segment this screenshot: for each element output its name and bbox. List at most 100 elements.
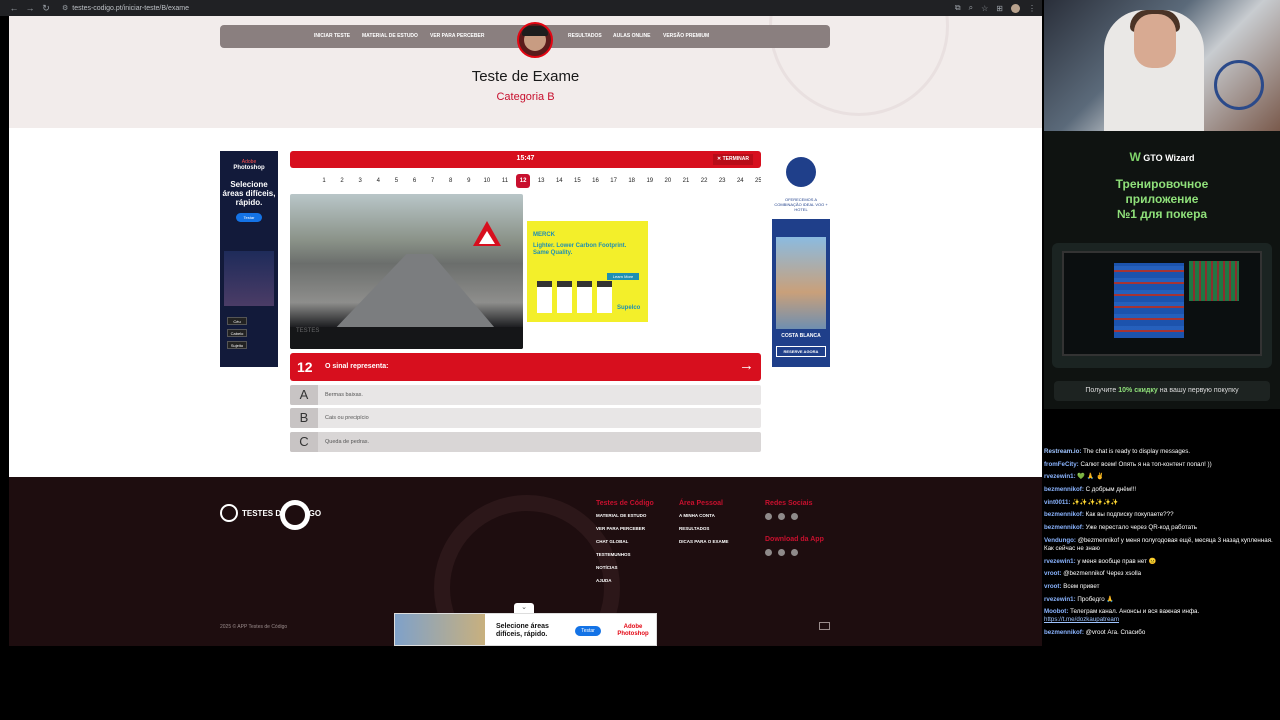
ad-button[interactable]: Testar: [236, 213, 262, 222]
chat-username[interactable]: vroot:: [1044, 583, 1062, 590]
reload-icon[interactable]: ↻: [38, 3, 54, 14]
answer-option-a[interactable]: A Bermas baixas.: [290, 385, 761, 405]
footer-link[interactable]: A MINHA CONTA: [679, 513, 729, 518]
site-logo-avatar[interactable]: [517, 22, 553, 58]
chevron-down-icon[interactable]: ⌄: [514, 603, 534, 613]
footer-link[interactable]: DICAS PARA O EXAME: [679, 539, 729, 544]
apple-icon[interactable]: [778, 549, 785, 556]
facebook-icon[interactable]: [765, 513, 772, 520]
footer-link[interactable]: NOTÍCIAS: [596, 565, 654, 570]
chat-username[interactable]: rvezewin1:: [1044, 473, 1076, 480]
chat-text: Уже перестало через QR-код работать: [1083, 524, 1198, 532]
question-number-button[interactable]: 19: [643, 174, 657, 188]
question-image: TESTES: [290, 194, 523, 349]
chat-username[interactable]: rvezewin1:: [1044, 558, 1076, 565]
answer-letter: A: [290, 385, 318, 405]
question-number-button[interactable]: 20: [661, 174, 675, 188]
nav-item-ver-para-perceber[interactable]: VER PARA PERCEBER: [430, 33, 484, 39]
ad-bottom-banner[interactable]: Selecione áreas difíceis, rápido. Testar…: [394, 613, 657, 646]
footer-link[interactable]: AJUDA: [596, 578, 654, 583]
chat-username[interactable]: Moobot:: [1044, 608, 1068, 615]
chat-username[interactable]: rvezewin1:: [1044, 596, 1076, 603]
google-play-icon[interactable]: [765, 549, 772, 556]
nav-item-iniciar-teste[interactable]: INICIAR TESTE: [314, 33, 350, 39]
footer-link[interactable]: RESULTADOS: [679, 526, 729, 531]
menu-dots-icon[interactable]: ⋮: [1028, 4, 1036, 13]
ad-right-travel[interactable]: OFERECEMOS A COMBINAÇÃO IDEAL VOO + HOTE…: [772, 151, 830, 367]
footer-heading: Redes Sociais: [765, 500, 813, 507]
question-number-button[interactable]: 23: [715, 174, 729, 188]
chat-username[interactable]: bezmennikof:: [1044, 486, 1084, 493]
question-number-button[interactable]: 22: [697, 174, 711, 188]
footer-link[interactable]: TESTEMUNHOS: [596, 552, 654, 557]
chat-message: bezmennikof: @vroot Ага. Спасибо: [1044, 629, 1280, 637]
app-store-icon[interactable]: [791, 549, 798, 556]
question-number-button[interactable]: 18: [625, 174, 639, 188]
bookmark-star-icon[interactable]: ☆: [981, 4, 988, 13]
nav-item-versao-premium[interactable]: VERSÃO PREMIUM: [663, 33, 709, 39]
hero-section: INICIAR TESTE MATERIAL DE ESTUDO VER PAR…: [9, 16, 1042, 128]
extensions-icon[interactable]: ⊞: [996, 4, 1003, 13]
question-number-button[interactable]: 12: [516, 174, 531, 188]
question-number-button[interactable]: 21: [679, 174, 693, 188]
question-number-button[interactable]: 13: [534, 174, 548, 188]
chat-username[interactable]: fromFeCity:: [1044, 461, 1079, 468]
nav-item-resultados[interactable]: RESULTADOS: [568, 33, 602, 39]
ad-middle-merck[interactable]: MERCK Lighter. Lower Carbon Footprint. S…: [527, 221, 648, 322]
ad-headline: Lighter. Lower Carbon Footprint. Same Qu…: [533, 243, 627, 256]
question-number: 12: [297, 359, 313, 375]
nav-item-material-de-estudo[interactable]: MATERIAL DE ESTUDO: [362, 33, 418, 39]
footer-link[interactable]: VER PARA PERCEBER: [596, 526, 654, 531]
sponsor-logo-icon: W: [1129, 150, 1141, 164]
tiktok-icon[interactable]: [791, 513, 798, 520]
question-number-button[interactable]: 7: [426, 174, 440, 188]
chat-username[interactable]: bezmennikof:: [1044, 524, 1084, 531]
footer-link[interactable]: CHAT GLOBAL: [596, 539, 654, 544]
question-number-button[interactable]: 6: [408, 174, 422, 188]
instagram-icon[interactable]: [778, 513, 785, 520]
end-exam-button[interactable]: ✕ TERMINAR: [713, 154, 753, 165]
cookie-settings-icon[interactable]: [819, 622, 830, 630]
site-info-icon[interactable]: ⚙: [62, 4, 68, 12]
chat-username[interactable]: bezmennikof:: [1044, 629, 1084, 636]
ad-left-photoshop[interactable]: Adobe Photoshop Selecione áreas difíceis…: [220, 151, 278, 367]
question-number-button[interactable]: 10: [480, 174, 494, 188]
chat-text: The chat is ready to display messages.: [1081, 448, 1191, 455]
next-question-arrow-icon[interactable]: →: [739, 357, 754, 374]
question-number-button[interactable]: 14: [552, 174, 566, 188]
question-number-button[interactable]: 2: [335, 174, 349, 188]
copyright: 2025 © APP Testes de Código: [220, 624, 288, 630]
chat-username[interactable]: vroot:: [1044, 570, 1062, 577]
chat-username[interactable]: Restream.io:: [1044, 448, 1081, 455]
question-number-button[interactable]: 8: [444, 174, 458, 188]
chat-username[interactable]: Vendungo:: [1044, 537, 1076, 544]
question-number-button[interactable]: 25: [751, 174, 761, 188]
question-number-button[interactable]: 3: [353, 174, 367, 188]
question-number-button[interactable]: 11: [498, 174, 512, 188]
translate-icon[interactable]: ⧉: [955, 3, 961, 13]
question-number-button[interactable]: 16: [589, 174, 603, 188]
question-number-button[interactable]: 9: [462, 174, 476, 188]
question-number-button[interactable]: 15: [570, 174, 584, 188]
profile-avatar[interactable]: [1011, 3, 1020, 13]
ad-button[interactable]: Testar: [575, 626, 601, 636]
chat-link[interactable]: https://t.me/dozkaupatream: [1044, 616, 1119, 623]
question-number-button[interactable]: 1: [317, 174, 331, 188]
ad-button[interactable]: RESERVE AGORA: [776, 346, 826, 357]
chat-username[interactable]: vint0011:: [1044, 499, 1070, 506]
address-bar[interactable]: ⚙ testes-codigo.pt/iniciar-teste/B/exame: [62, 2, 955, 14]
arrow-right-icon[interactable]: →: [22, 3, 38, 13]
ad-chip: Cabelo: [227, 329, 247, 337]
answer-option-c[interactable]: C Queda de pedras.: [290, 432, 761, 452]
question-number-button[interactable]: 17: [607, 174, 621, 188]
nav-item-aulas-online[interactable]: AULAS ONLINE: [613, 33, 651, 39]
answer-option-b[interactable]: B Cais ou precipício: [290, 408, 761, 428]
footer-link[interactable]: MATERIAL DE ESTUDO: [596, 513, 654, 518]
ad-button[interactable]: Learn More: [607, 273, 639, 280]
question-number-button[interactable]: 24: [733, 174, 747, 188]
arrow-left-icon[interactable]: ←: [6, 3, 22, 13]
chat-username[interactable]: bezmennikof:: [1044, 511, 1084, 518]
question-number-button[interactable]: 4: [371, 174, 385, 188]
question-number-button[interactable]: 5: [389, 174, 403, 188]
zoom-icon[interactable]: ⌕: [969, 3, 973, 13]
